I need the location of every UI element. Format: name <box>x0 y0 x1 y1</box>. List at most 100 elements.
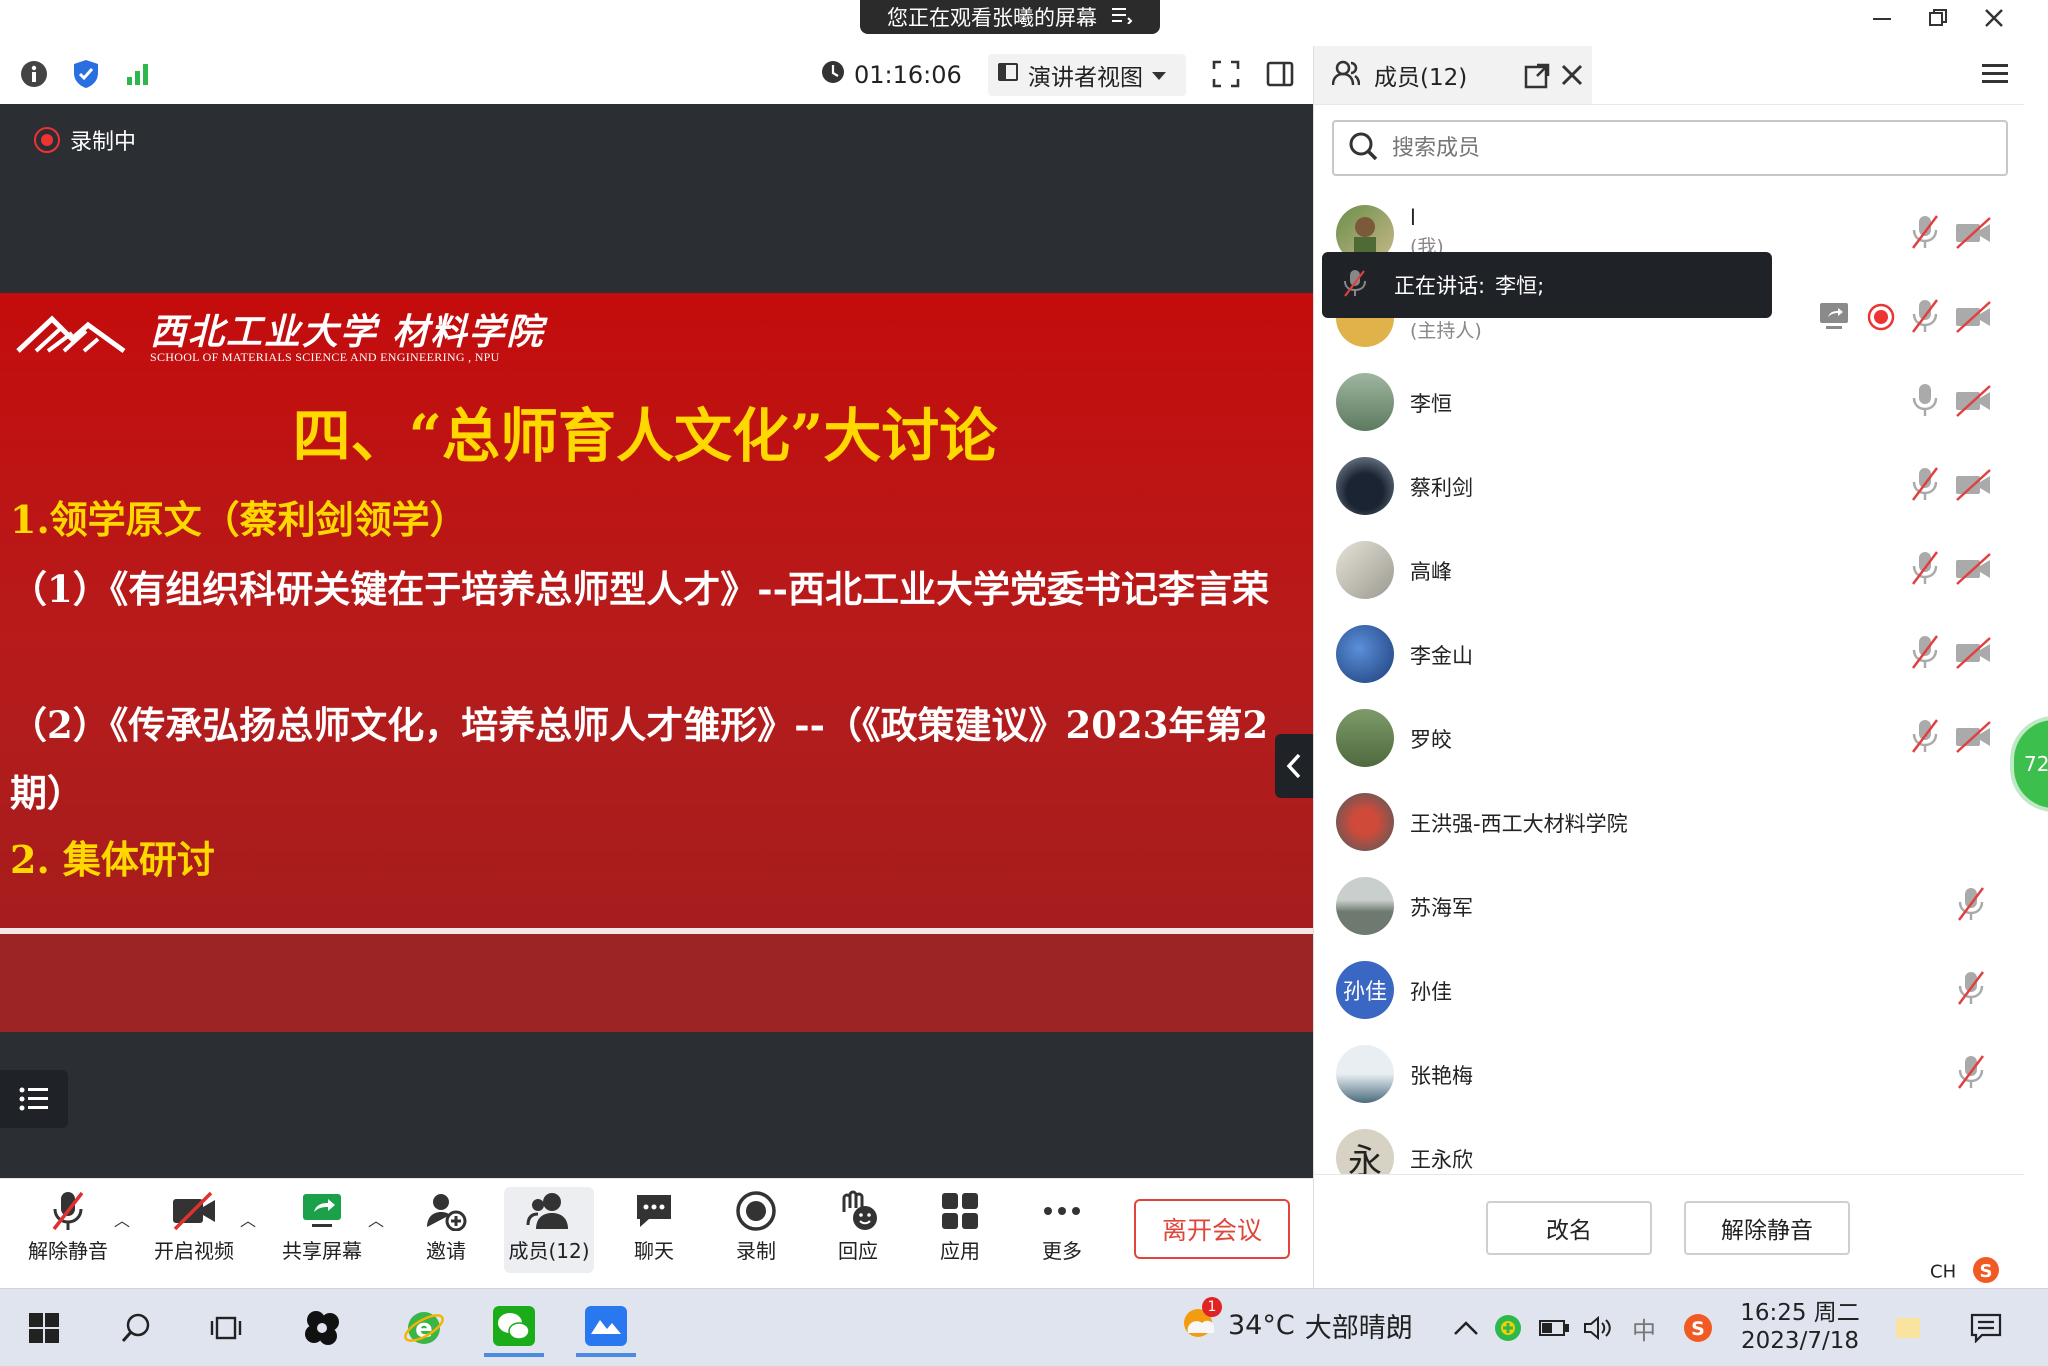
screen-share-banner[interactable]: 您正在观看张曦的屏幕 <box>860 0 1160 34</box>
mic-muted-icon[interactable] <box>1908 296 1942 336</box>
ime-mode-indicator[interactable]: 中 <box>1616 1299 1672 1357</box>
camera-off-icon[interactable] <box>1954 552 1994 586</box>
member-search[interactable] <box>1332 120 2008 176</box>
presentation-slide: 西北工业大学 材料学院 SCHOOL OF MATERIALS SCIENCE … <box>0 293 1313 929</box>
chat-button[interactable]: 聊天 <box>608 1187 700 1273</box>
close-panel-icon[interactable] <box>1561 64 1583 90</box>
slide-title: 四、“总师育人文化”大讨论 <box>292 402 998 470</box>
invite-button[interactable]: 邀请 <box>400 1187 492 1273</box>
record-button[interactable]: 录制 <box>710 1187 802 1273</box>
share-screen-label: 共享屏幕 <box>282 1239 362 1263</box>
timer-text: 01:16:06 <box>854 61 962 89</box>
mic-muted-icon[interactable] <box>1908 464 1942 504</box>
camera-off-icon[interactable] <box>1954 636 1994 670</box>
screen-share-icon[interactable] <box>1818 300 1852 332</box>
member-row[interactable]: 罗皎 <box>1314 696 2024 780</box>
member-row[interactable]: 高峰 <box>1314 528 2024 612</box>
close-window-icon[interactable] <box>1974 4 2014 32</box>
more-button[interactable]: 更多 <box>1016 1187 1108 1273</box>
wechat-icon[interactable] <box>484 1299 544 1357</box>
start-video-button[interactable]: 开启视频 <box>148 1187 240 1273</box>
restore-icon[interactable] <box>1918 4 1958 32</box>
side-panel-toggle-icon[interactable] <box>1262 56 1298 92</box>
avatar: 孙佳 <box>1336 961 1394 1019</box>
speaking-name: 李恒; <box>1495 274 1545 298</box>
taskbar: e 1 34°C 大部晴朗 中 S 16:25 周二 2023/7/18 <box>0 1288 2048 1366</box>
member-row[interactable]: 李恒 <box>1314 360 2024 444</box>
mic-muted-icon[interactable] <box>1908 716 1942 756</box>
collapse-arrow-button[interactable] <box>1275 734 1313 798</box>
chevron-up-icon[interactable]: ︿ <box>240 1207 256 1231</box>
avatar <box>1336 625 1394 683</box>
members-button[interactable]: 成员(12) <box>504 1187 594 1273</box>
members-icon <box>526 1187 572 1235</box>
mic-muted-icon[interactable] <box>1908 548 1942 588</box>
clock-time: 16:25 周二 <box>1740 1300 1860 1326</box>
chevron-left-icon <box>1286 753 1301 779</box>
mic-muted-icon <box>1342 268 1368 303</box>
camera-off-icon <box>171 1187 217 1235</box>
mic-muted-icon[interactable] <box>1954 884 1988 924</box>
unmute-button[interactable]: 解除静音 <box>22 1187 114 1273</box>
apps-button[interactable]: 应用 <box>914 1187 1006 1273</box>
task-view-icon[interactable] <box>196 1299 256 1357</box>
search-input[interactable] <box>1390 134 1954 162</box>
panel-title: 成员(12) <box>1374 65 1468 91</box>
chevron-up-icon[interactable]: ︿ <box>368 1207 384 1231</box>
tencent-meeting-icon[interactable] <box>576 1299 636 1357</box>
member-row[interactable]: 苏海军 <box>1314 864 2024 948</box>
mic-icon[interactable] <box>1908 380 1942 420</box>
apps-grid-icon <box>940 1187 980 1235</box>
member-row[interactable]: 蔡利剑 <box>1314 444 2024 528</box>
chevron-up-icon[interactable]: ︿ <box>114 1207 130 1231</box>
member-row[interactable]: 李金山 <box>1314 612 2024 696</box>
avatar <box>1336 793 1394 851</box>
speaker-view-button[interactable]: 演讲者视图 <box>988 54 1186 96</box>
unmute-all-button[interactable]: 解除静音 <box>1684 1201 1850 1255</box>
avatar <box>1336 709 1394 767</box>
slide-footer-band <box>0 934 1313 1032</box>
mic-muted-icon[interactable] <box>1954 1052 1988 1092</box>
camera-off-icon[interactable] <box>1954 468 1994 502</box>
browser-ie-icon[interactable]: e <box>394 1299 454 1357</box>
notification-center-icon[interactable] <box>1958 1299 2014 1357</box>
camera-off-icon[interactable] <box>1954 300 1994 334</box>
fullscreen-icon[interactable] <box>1208 56 1244 92</box>
mic-muted-icon[interactable] <box>1954 968 1988 1008</box>
windows-start-icon[interactable] <box>14 1299 74 1357</box>
member-row[interactable]: 王洪强-西工大材料学院 <box>1314 780 2024 864</box>
sogou-ime-icon: S <box>1972 1256 2000 1289</box>
camera-off-icon[interactable] <box>1954 216 1994 250</box>
react-label: 回应 <box>838 1239 878 1263</box>
react-button[interactable]: 回应 <box>812 1187 904 1273</box>
member-row[interactable]: 张艳梅 <box>1314 1032 2024 1116</box>
sogou-tray-icon[interactable]: S <box>1670 1299 1726 1357</box>
member-role: (主持人) <box>1410 320 1482 342</box>
system-clock[interactable]: 16:25 周二 2023/7/18 <box>1730 1299 1870 1355</box>
members-tab[interactable]: 成员(12) <box>1314 46 1592 104</box>
panel-menu-icon[interactable] <box>1982 62 2008 90</box>
school-logo-icon <box>14 311 140 355</box>
avatar <box>1336 373 1394 431</box>
mic-muted-icon[interactable] <box>1908 212 1942 252</box>
camera-off-icon[interactable] <box>1954 384 1994 418</box>
banner-menu-icon[interactable] <box>1111 5 1133 29</box>
camera-off-icon[interactable] <box>1954 720 1994 754</box>
minimize-icon[interactable] <box>1862 4 1902 32</box>
info-icon[interactable] <box>16 56 52 92</box>
app-pinwheel-icon[interactable] <box>292 1299 352 1357</box>
mic-muted-icon[interactable] <box>1908 632 1942 672</box>
shared-screen-stage: 录制中 西北工业大学 材料学院 SCHOOL OF MATERIALS SCIE… <box>0 104 1313 1178</box>
slide-list-button[interactable] <box>0 1070 68 1128</box>
rename-button[interactable]: 改名 <box>1486 1201 1652 1255</box>
search-icon[interactable] <box>106 1299 166 1357</box>
sticky-note-icon[interactable] <box>1880 1299 1936 1357</box>
ime-indicator[interactable]: CH S <box>1930 1256 2000 1289</box>
share-screen-button[interactable]: 共享屏幕 <box>276 1187 368 1273</box>
security-shield-icon[interactable] <box>68 56 104 92</box>
network-signal-icon[interactable] <box>120 56 156 92</box>
weather-widget[interactable]: 1 34°C 大部晴朗 <box>1180 1297 1413 1348</box>
member-row[interactable]: 孙佳 孙佳 <box>1314 948 2024 1032</box>
leave-meeting-button[interactable]: 离开会议 <box>1134 1199 1290 1259</box>
pop-out-icon[interactable] <box>1524 63 1550 93</box>
